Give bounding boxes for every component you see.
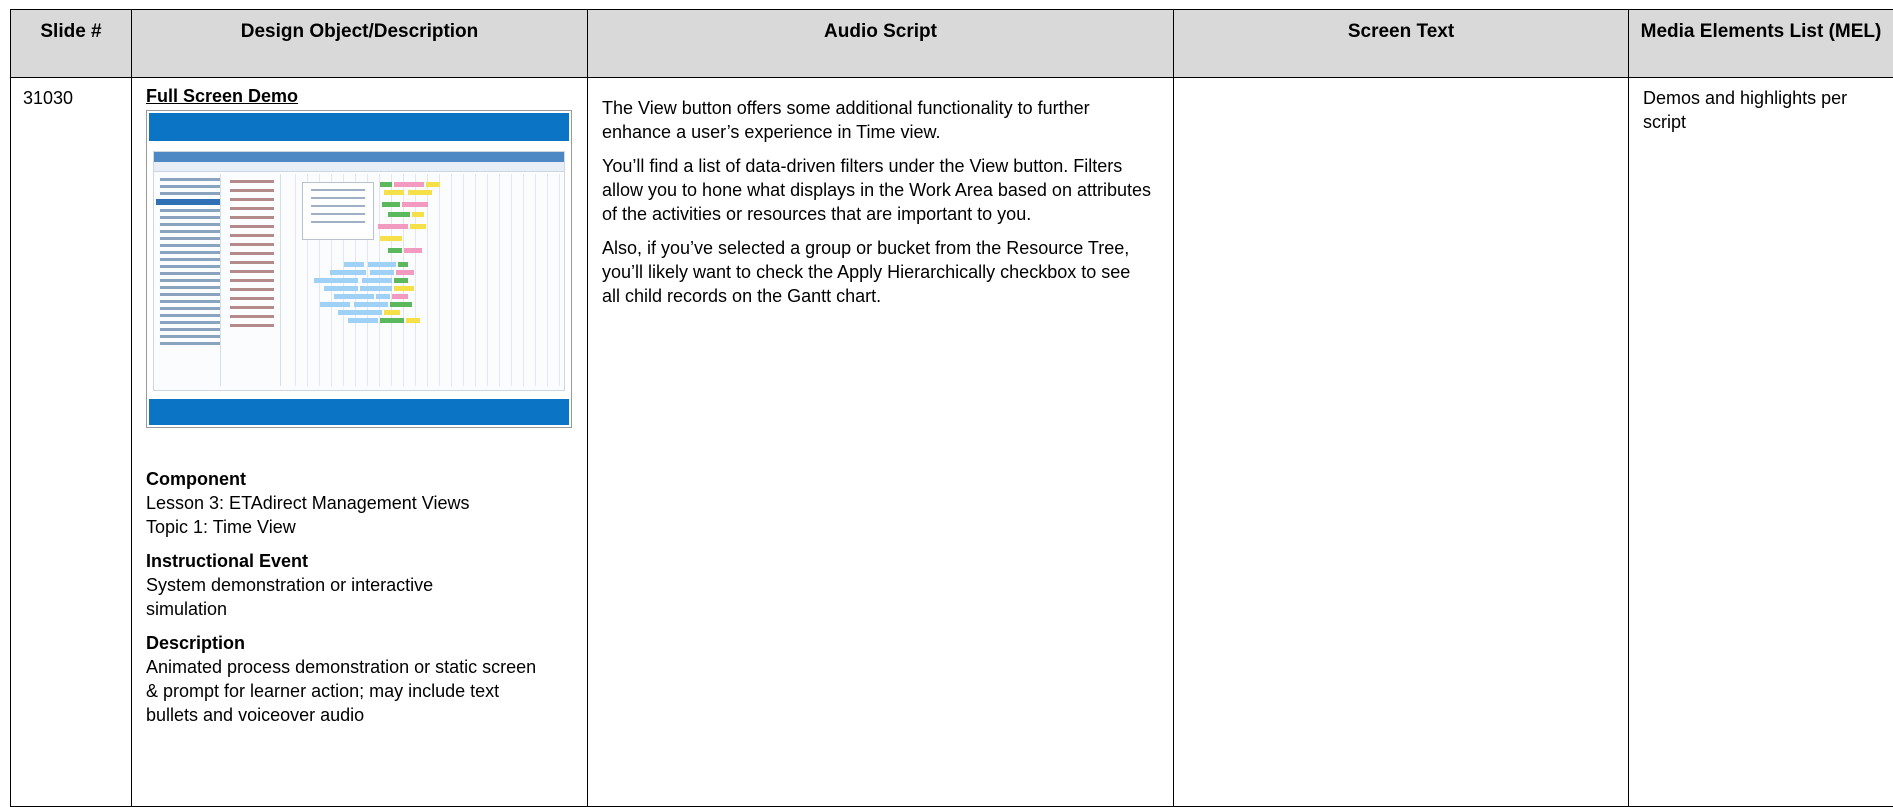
thumbnail-top-bar (149, 113, 569, 141)
media-elements-cell: Demos and highlights per script (1628, 77, 1893, 807)
design-object-title: Full Screen Demo (146, 86, 299, 106)
screen-text-cell (1173, 77, 1629, 807)
header-slide-number: Slide # (10, 9, 132, 78)
media-elements-text: Demos and highlights per script (1643, 88, 1848, 132)
design-object-cell: Full Screen Demo Component Lesson 3: ETA… (131, 77, 588, 807)
storyboard-table: Slide # Design Object/Description Audio … (10, 9, 1893, 807)
header-media-elements-list: Media Elements List (MEL) (1628, 9, 1893, 78)
audio-script-paragraph: The View button offers some additional f… (602, 98, 1090, 142)
thumbnail-app-screen (153, 151, 565, 391)
screenshot-thumbnail (146, 110, 572, 428)
description-text: Animated process demonstration or static… (146, 657, 537, 725)
description-section: Description Animated process demonstrati… (146, 631, 573, 727)
description-label: Description (146, 633, 246, 653)
audio-script-cell: The View button offers some additional f… (587, 77, 1174, 807)
instructional-event-label: Instructional Event (146, 551, 309, 571)
header-design-object: Design Object/Description (131, 9, 588, 78)
slide-number-cell: 31030 (10, 77, 132, 807)
table-row: 31030 Full Screen Demo Component Lesson … (10, 77, 1893, 807)
thumbnail-bottom-bar (149, 399, 569, 425)
audio-script-paragraph: Also, if you’ve selected a group or buck… (602, 238, 1131, 306)
audio-script-paragraph: You’ll find a list of data-driven filter… (602, 156, 1151, 224)
component-label: Component (146, 469, 246, 489)
instructional-event-section: Instructional Event System demonstration… (146, 549, 573, 621)
instructional-event-text: System demonstration or interactive simu… (146, 575, 434, 619)
header-screen-text: Screen Text (1173, 9, 1629, 78)
header-row: Slide # Design Object/Description Audio … (10, 9, 1893, 78)
component-topic: Topic 1: Time View (146, 517, 296, 537)
slide-number: 31030 (23, 88, 74, 108)
header-audio-script: Audio Script (587, 9, 1174, 78)
component-section: Component Lesson 3: ETAdirect Management… (146, 467, 573, 539)
component-lesson: Lesson 3: ETAdirect Management Views (146, 493, 470, 513)
